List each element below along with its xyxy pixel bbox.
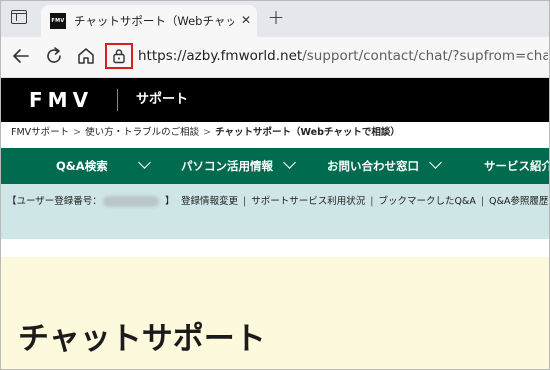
address-bar-url[interactable]: https://azby.fmworld.net/support/contact…	[138, 47, 548, 65]
nav-item-services[interactable]: サービス紹介	[484, 148, 549, 184]
link-separator: |	[480, 196, 485, 207]
fmv-logo[interactable]: FMV	[29, 86, 93, 114]
link-service-usage[interactable]: サポートサービス利用状況	[251, 196, 365, 207]
header-section-label[interactable]: サポート	[136, 89, 188, 111]
chevron-down-icon[interactable]	[138, 156, 151, 169]
user-registration-label: 【ユーザー登録番号：	[7, 196, 102, 207]
breadcrumb-separator: >	[203, 127, 212, 138]
user-registration-number-redacted	[103, 196, 159, 207]
breadcrumb-separator: >	[73, 127, 82, 138]
browser-tab[interactable]: FMV チャットサポート（Webチャットで相談） ✕	[41, 5, 257, 37]
browser-window: FMV チャットサポート（Webチャットで相談） ✕ + https://azb…	[0, 0, 550, 370]
link-separator: |	[370, 196, 374, 207]
link-bookmarked-qa[interactable]: ブックマークしたQ&A	[378, 196, 475, 207]
tab-title: チャットサポート（Webチャットで相談）	[74, 14, 234, 28]
back-arrow-icon[interactable]	[10, 45, 32, 67]
site-header: FMV サポート	[1, 78, 549, 122]
url-host: https://azby.fmworld.net	[138, 48, 303, 64]
nav-item-qa-search[interactable]: Q&A検索	[56, 148, 108, 184]
content-spacer	[1, 239, 549, 257]
user-registration-bracket: 】	[165, 196, 175, 207]
breadcrumb-link[interactable]: 使い方・トラブルのご相談	[85, 127, 199, 138]
nav-item-contact[interactable]: お問い合わせ窓口	[327, 148, 419, 184]
close-tab-icon[interactable]: ✕	[238, 12, 254, 28]
chevron-down-icon[interactable]	[283, 156, 296, 169]
lock-icon[interactable]	[112, 48, 126, 64]
main-nav: Q&A検索 パソコン活用情報 お問い合わせ窓口 サービス紹介	[1, 148, 549, 184]
new-tab-icon[interactable]: +	[266, 7, 286, 27]
tab-actions-icon[interactable]	[11, 10, 27, 24]
nav-item-pc-usage[interactable]: パソコン活用情報	[181, 148, 273, 184]
chevron-down-icon[interactable]	[429, 156, 442, 169]
page-title: チャットサポート	[18, 321, 266, 357]
link-edit-registration[interactable]: 登録情報変更	[181, 196, 238, 207]
link-separator: |	[243, 196, 247, 207]
breadcrumb-link[interactable]: FMVサポート	[11, 127, 69, 138]
header-divider	[117, 89, 118, 111]
refresh-icon[interactable]	[43, 45, 65, 67]
site-info-highlight	[105, 43, 133, 69]
user-bar: 【ユーザー登録番号： 】 登録情報変更 | サポートサービス利用状況 | ブックマークし…	[1, 184, 549, 239]
breadcrumb-current: チャットサポート（Webチャットで相談）	[215, 127, 400, 138]
browser-toolbar: https://azby.fmworld.net/support/contact…	[1, 37, 549, 78]
home-icon[interactable]	[75, 45, 97, 67]
main-content: チャットサポート	[1, 257, 549, 369]
user-links: 登録情報変更 | サポートサービス利用状況 | ブックマークしたQ&A | Q&A参照履歴	[181, 194, 548, 210]
link-qa-history[interactable]: Q&A参照履歴	[489, 196, 548, 207]
tab-strip: FMV チャットサポート（Webチャットで相談） ✕ +	[1, 1, 549, 37]
breadcrumb: FMVサポート > 使い方・トラブルのご相談 > チャットサポート（Webチャットで相談…	[11, 125, 400, 141]
url-path: /support/contact/chat/?supfrom=chat_line…	[302, 48, 548, 64]
fmv-favicon-icon: FMV	[50, 13, 66, 29]
